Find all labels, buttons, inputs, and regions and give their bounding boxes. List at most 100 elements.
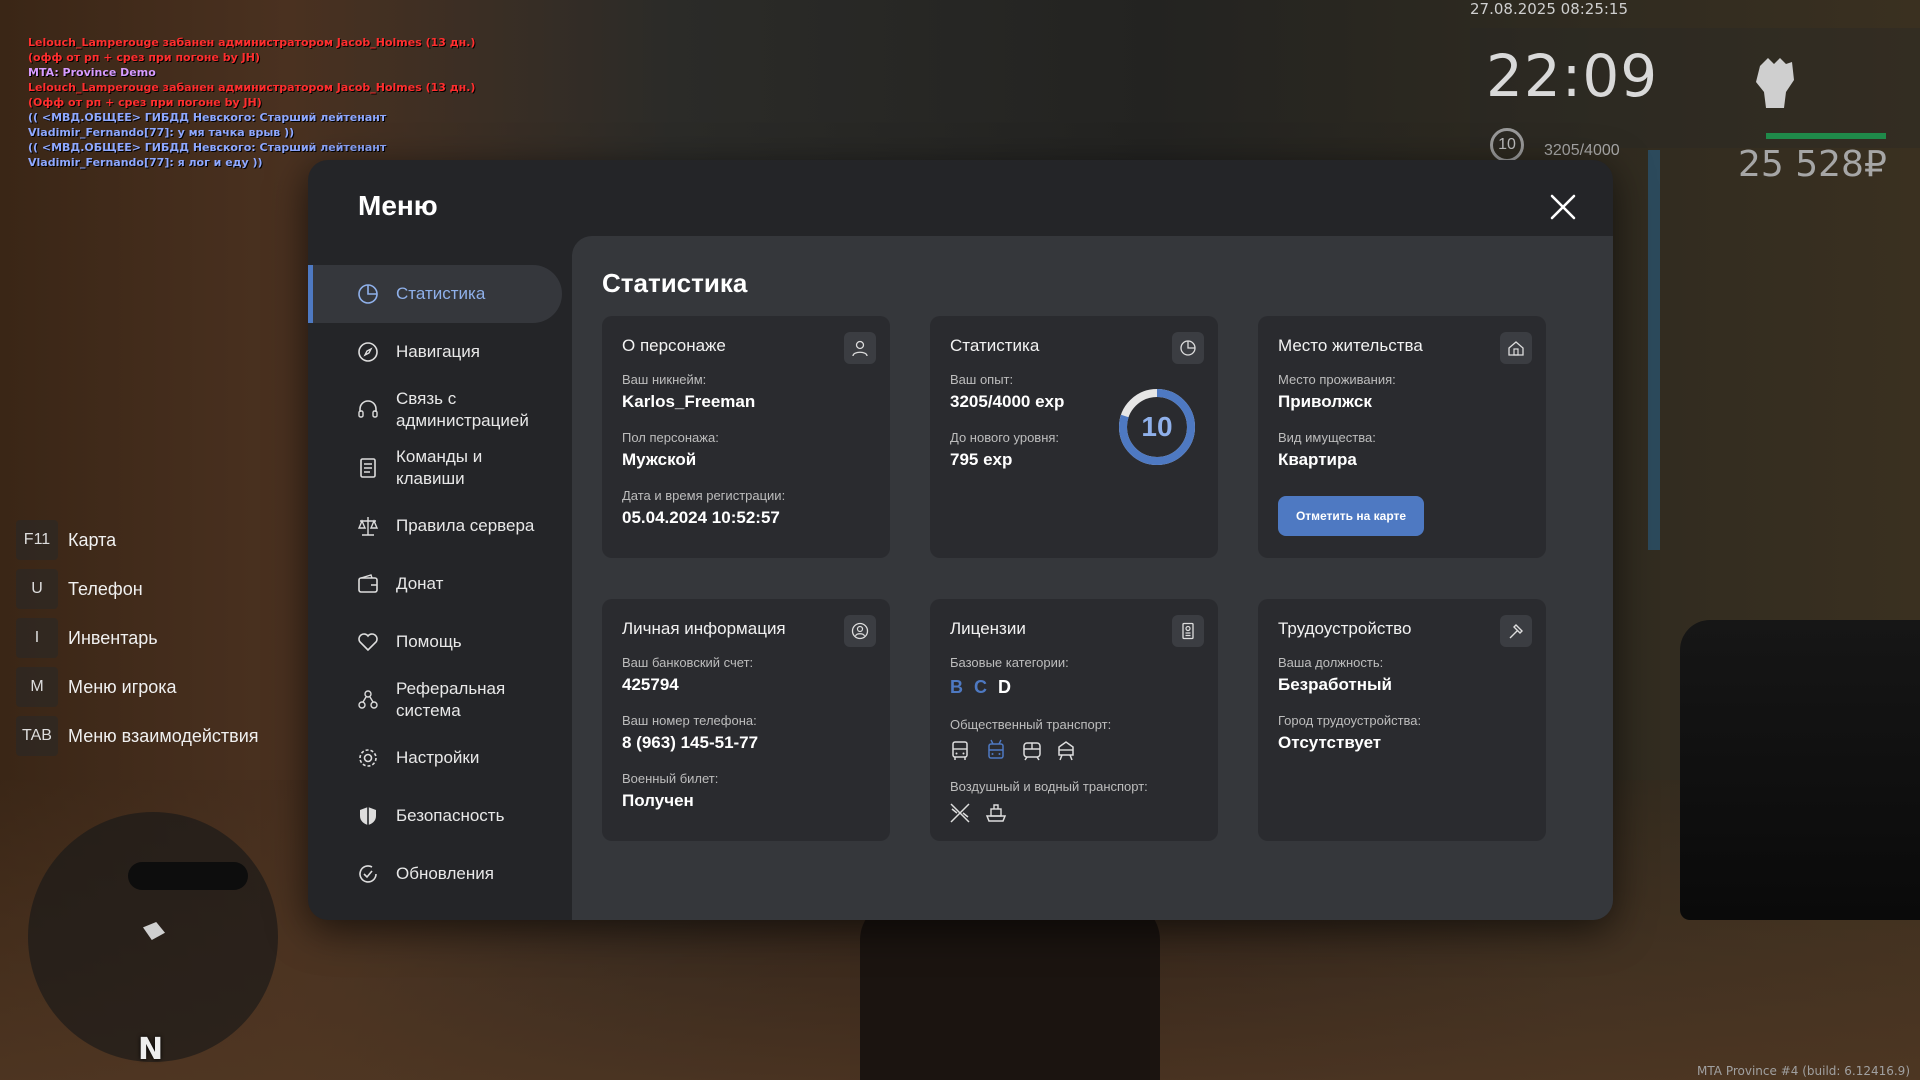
- sidebar-item-label: Реферальная система: [396, 679, 506, 720]
- hud-level: 10: [1490, 128, 1524, 162]
- fist-weapon-icon: [1756, 58, 1794, 108]
- user-circle-icon: [851, 622, 869, 640]
- next-level-value: 795 exp: [950, 450, 1013, 469]
- sidebar-item-label: Связь с администрацией: [396, 389, 529, 430]
- field-label: Ваш опыт:: [950, 372, 1014, 387]
- field-label: Город трудоустройства:: [1278, 713, 1422, 728]
- health-bar: [1766, 133, 1886, 139]
- license-category-c: C: [974, 677, 987, 697]
- radar-north-label: N: [138, 1032, 164, 1067]
- card-title: Статистика: [950, 336, 1040, 355]
- field-label: Ваша должность:: [1278, 655, 1384, 670]
- chart-pie-icon: [358, 284, 378, 304]
- field-label: Воздушный и водный транспорт:: [950, 779, 1148, 794]
- sidebar-item-label: Настройки: [396, 748, 480, 767]
- field-label: Ваш никнейм:: [622, 372, 707, 387]
- hotkey-label: Меню игрока: [68, 676, 177, 697]
- card-icon-box: [844, 332, 876, 364]
- exp-value: 3205/4000 exp: [950, 392, 1065, 411]
- hotkey-key: I: [16, 618, 58, 658]
- house-icon: [1508, 341, 1524, 356]
- menu-title: Меню: [358, 190, 438, 221]
- chat-line: Lelouch_Lamperouge забанен администратор…: [28, 81, 476, 109]
- gender-value: Мужской: [622, 450, 697, 469]
- hud-money: 25 528₽: [1738, 144, 1887, 185]
- scales-icon: [357, 517, 379, 536]
- license-document-icon: [1182, 622, 1194, 640]
- mark-on-map-button[interactable]: Отметить на карте: [1278, 496, 1424, 536]
- card-employment: Трудоустройство Ваша должность: Безработ…: [1258, 599, 1546, 841]
- card-title: О персонаже: [622, 336, 726, 355]
- bus-icon: [952, 741, 968, 760]
- position-value: Безработный: [1278, 675, 1392, 694]
- sidebar-item-label: Навигация: [396, 342, 480, 361]
- sidebar-item-donate[interactable]: Донат: [308, 555, 570, 613]
- sidebar-item-security[interactable]: Безопасность: [308, 787, 570, 845]
- build-version: MTA Province #4 (build: 6.12416.9): [1697, 1064, 1910, 1078]
- card-icon-box: [844, 615, 876, 647]
- sidebar-item-contact-admin[interactable]: Связь с администрацией: [308, 381, 570, 439]
- game-pole-background: [1648, 150, 1660, 550]
- field-label: Ваш номер телефона:: [622, 713, 757, 728]
- sidebar-item-referral[interactable]: Реферальная система: [308, 671, 570, 729]
- property-value: Квартира: [1278, 450, 1357, 469]
- chat-line: (( <МВД.ОБЩЕЕ> ГИБДД Невского: Старший л…: [28, 111, 387, 139]
- statistics-content: Статистика О персонаже Ваш никнейм: Karl…: [572, 236, 1613, 920]
- sidebar-item-label: Обновления: [396, 864, 494, 883]
- sidebar-item-settings[interactable]: Настройки: [308, 729, 570, 787]
- sidebar-item-navigation[interactable]: Навигация: [308, 323, 570, 381]
- menu-modal: Меню Статистика Навигация Связь с админи…: [308, 160, 1613, 920]
- chat-line: MTA: Province Demo: [28, 66, 156, 79]
- sidebar-item-label: Безопасность: [396, 806, 505, 825]
- field-label: Дата и время регистрации:: [622, 488, 786, 503]
- field-label: Базовые категории:: [950, 655, 1069, 670]
- heart-hands-icon: [358, 633, 378, 652]
- registration-value: 05.04.2024 10:52:57: [622, 508, 780, 527]
- headset-icon: [358, 400, 378, 418]
- field-label: Вид имущества:: [1278, 430, 1376, 445]
- license-category-b: B: [950, 677, 963, 697]
- field-label: Место проживания:: [1278, 372, 1396, 387]
- hotkey-label: Меню взаимодействия: [68, 725, 259, 746]
- close-icon[interactable]: [1548, 192, 1578, 222]
- hud-exp: 3205/4000: [1544, 142, 1620, 159]
- license-category-d: D: [998, 677, 1011, 697]
- chat-log: Lelouch_Lamperouge забанен администратор…: [28, 35, 508, 170]
- hud-date: 27.08.2025 08:25:15: [1470, 0, 1629, 18]
- field-label: До нового уровня:: [950, 430, 1060, 445]
- sidebar-item-help[interactable]: Помощь: [308, 613, 570, 671]
- card-statistics: Статистика Ваш опыт: 3205/4000 exp До но…: [930, 316, 1218, 558]
- employment-city-value: Отсутствует: [1278, 733, 1382, 752]
- hotkey-label: Карта: [68, 529, 117, 550]
- military-value: Получен: [622, 791, 694, 810]
- hotkey-key: U: [16, 569, 58, 609]
- residence-value: Приволжск: [1278, 392, 1372, 411]
- document-list-icon: [360, 458, 376, 478]
- sidebar-item-label: Статистика: [396, 284, 486, 303]
- sidebar-item-updates[interactable]: Обновления: [308, 845, 570, 903]
- card-title: Лицензии: [950, 619, 1026, 638]
- hotkey-inventory: I Инвентарь: [16, 618, 259, 658]
- sidebar-item-commands[interactable]: Команды и клавиши: [308, 439, 570, 497]
- hotkey-label: Телефон: [68, 578, 143, 599]
- card-character: О персонаже Ваш никнейм: Karlos_Freeman …: [602, 316, 890, 558]
- card-icon-box: [1172, 615, 1204, 647]
- compass-icon: [358, 342, 378, 362]
- chat-line: Lelouch_Lamperouge забанен администратор…: [28, 36, 476, 64]
- hotkey-hints: F11 Карта U Телефон I Инвентарь M Меню и…: [16, 520, 259, 765]
- nickname-value: Karlos_Freeman: [622, 392, 756, 411]
- phone-value: 8 (963) 145-51-77: [622, 733, 759, 752]
- level-number: 10: [1141, 411, 1173, 442]
- card-icon-box: [1500, 332, 1532, 364]
- card-title: Место жительства: [1278, 336, 1423, 355]
- field-label: Ваш банковский счет:: [622, 655, 754, 670]
- hud-clock: 22:09: [1486, 42, 1659, 110]
- card-title: Личная информация: [622, 619, 786, 638]
- sidebar-item-rules[interactable]: Правила сервера: [308, 497, 570, 555]
- hotkey-map: F11 Карта: [16, 520, 259, 560]
- minimap-radar: N: [28, 812, 278, 1067]
- card-icon-box: [1172, 332, 1204, 364]
- sidebar-item-statistics[interactable]: Статистика: [308, 265, 562, 323]
- sidebar-item-label: Правила сервера: [396, 516, 535, 535]
- hotkey-key: F11: [16, 520, 58, 560]
